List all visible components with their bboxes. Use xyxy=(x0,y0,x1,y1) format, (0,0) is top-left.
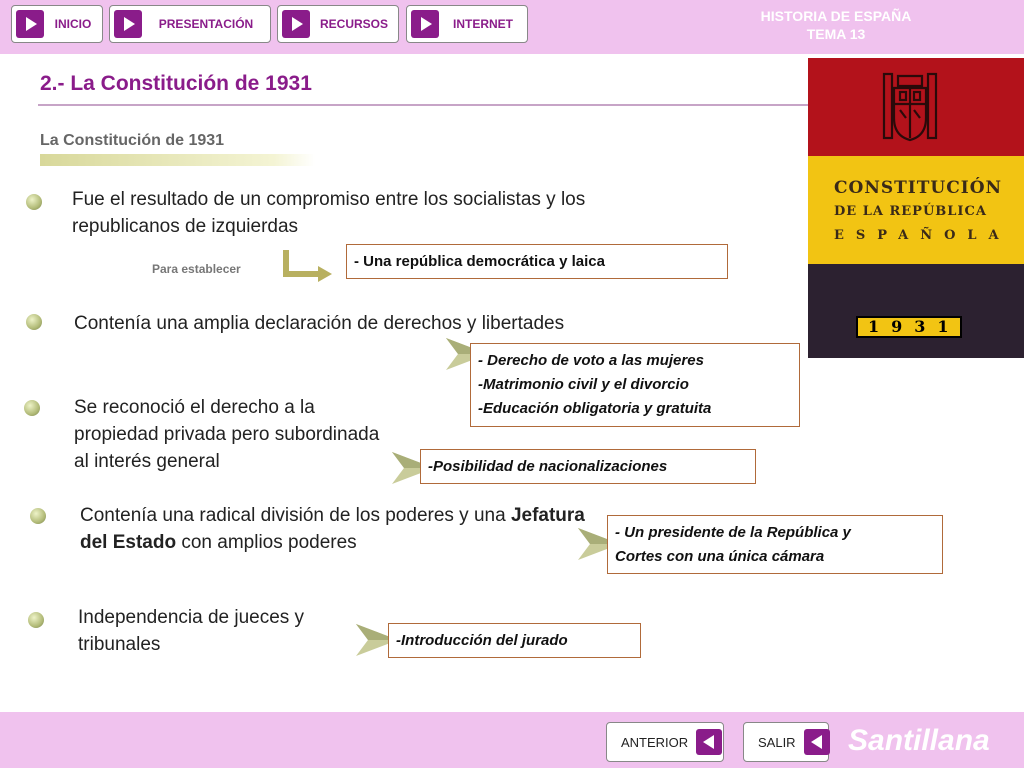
point-text: Fue el resultado de un compromiso entre … xyxy=(72,189,586,237)
bullet-icon xyxy=(26,194,42,210)
bullet-icon xyxy=(28,612,44,628)
nav-label: RECURSOS xyxy=(319,17,388,31)
detail-line: - Derecho de voto a las mujeres xyxy=(478,352,704,369)
point-detail-box: - Derecho de voto a las mujeres -Matrimo… xyxy=(470,343,800,427)
detail-line: - Un presidente de la República y xyxy=(615,524,851,541)
nav-button-inicio[interactable]: INICIO xyxy=(11,5,103,43)
cover-title-line1: CONSTITUCIÓN xyxy=(834,178,1003,198)
page-title: 2.- La Constitución de 1931 xyxy=(40,72,312,95)
flag-purple-band xyxy=(808,264,1024,358)
play-icon xyxy=(282,10,310,38)
bullet-icon xyxy=(30,508,46,524)
point-text: Contenía una amplia declaración de derec… xyxy=(74,313,565,334)
bullet-icon xyxy=(26,314,42,330)
point-text: Se reconoció el derecho a la propiedad p… xyxy=(74,397,380,472)
previous-button[interactable]: ANTERIOR xyxy=(606,722,724,762)
back-arrow-icon xyxy=(696,729,723,755)
nav-label: PRESENTACIÓN xyxy=(158,17,254,31)
point-detail-box: -Posibilidad de nacionalizaciones xyxy=(420,449,756,484)
constitution-cover-image: CONSTITUCIÓN DE LA REPÚBLICA ESPAÑOLA 19… xyxy=(808,58,1024,358)
detail-line: -Educación obligatoria y gratuita xyxy=(478,400,712,417)
play-icon xyxy=(114,10,142,38)
bent-arrow-icon xyxy=(283,250,332,282)
connector-label: Para establecer xyxy=(152,262,241,276)
coat-of-arms-icon xyxy=(882,72,938,142)
course-title: HISTORIA DE ESPAÑA TEMA 13 xyxy=(736,7,936,43)
exit-button[interactable]: SALIR xyxy=(743,722,830,762)
cover-year: 1931 xyxy=(856,316,962,338)
point-text: Independencia de jueces y tribunales xyxy=(78,607,305,655)
publisher-logo: Santillana xyxy=(848,724,990,757)
section-subtitle: La Constitución de 1931 xyxy=(40,132,225,149)
detail-line: - Una república democrática y laica xyxy=(354,253,605,270)
play-icon xyxy=(411,10,439,38)
course-subject: HISTORIA DE ESPAÑA xyxy=(760,8,912,24)
point-text-part: con amplios poderes xyxy=(176,532,357,553)
exit-label: SALIR xyxy=(758,734,796,750)
nav-label: INTERNET xyxy=(453,17,513,31)
point-text-part: Contenía una radical división de los pod… xyxy=(80,505,511,526)
nav-label: INICIO xyxy=(54,17,92,31)
point-detail-box: - Una república democrática y laica xyxy=(346,244,728,279)
course-unit: TEMA 13 xyxy=(806,26,866,42)
title-divider xyxy=(38,104,808,106)
point-detail-box: - Un presidente de la República y Cortes… xyxy=(607,515,943,574)
detail-line: -Introducción del jurado xyxy=(396,632,568,649)
detail-line: -Matrimonio civil y el divorcio xyxy=(478,376,689,393)
detail-line: Cortes con una única cámara xyxy=(615,548,825,565)
subtitle-underline xyxy=(40,154,315,166)
nav-button-recursos[interactable]: RECURSOS xyxy=(277,5,399,43)
previous-label: ANTERIOR xyxy=(621,734,689,750)
point-detail-box: -Introducción del jurado xyxy=(388,623,641,658)
detail-line: -Posibilidad de nacionalizaciones xyxy=(428,458,668,475)
cover-title-line2: DE LA REPÚBLICA xyxy=(834,204,987,219)
point-text: Contenía una radical división de los pod… xyxy=(80,502,600,556)
back-arrow-icon xyxy=(803,729,830,755)
play-icon xyxy=(16,10,44,38)
nav-button-internet[interactable]: INTERNET xyxy=(406,5,528,43)
nav-button-presentacion[interactable]: PRESENTACIÓN xyxy=(109,5,271,43)
cover-title-line3: ESPAÑOLA xyxy=(834,228,1011,243)
bullet-icon xyxy=(24,400,40,416)
